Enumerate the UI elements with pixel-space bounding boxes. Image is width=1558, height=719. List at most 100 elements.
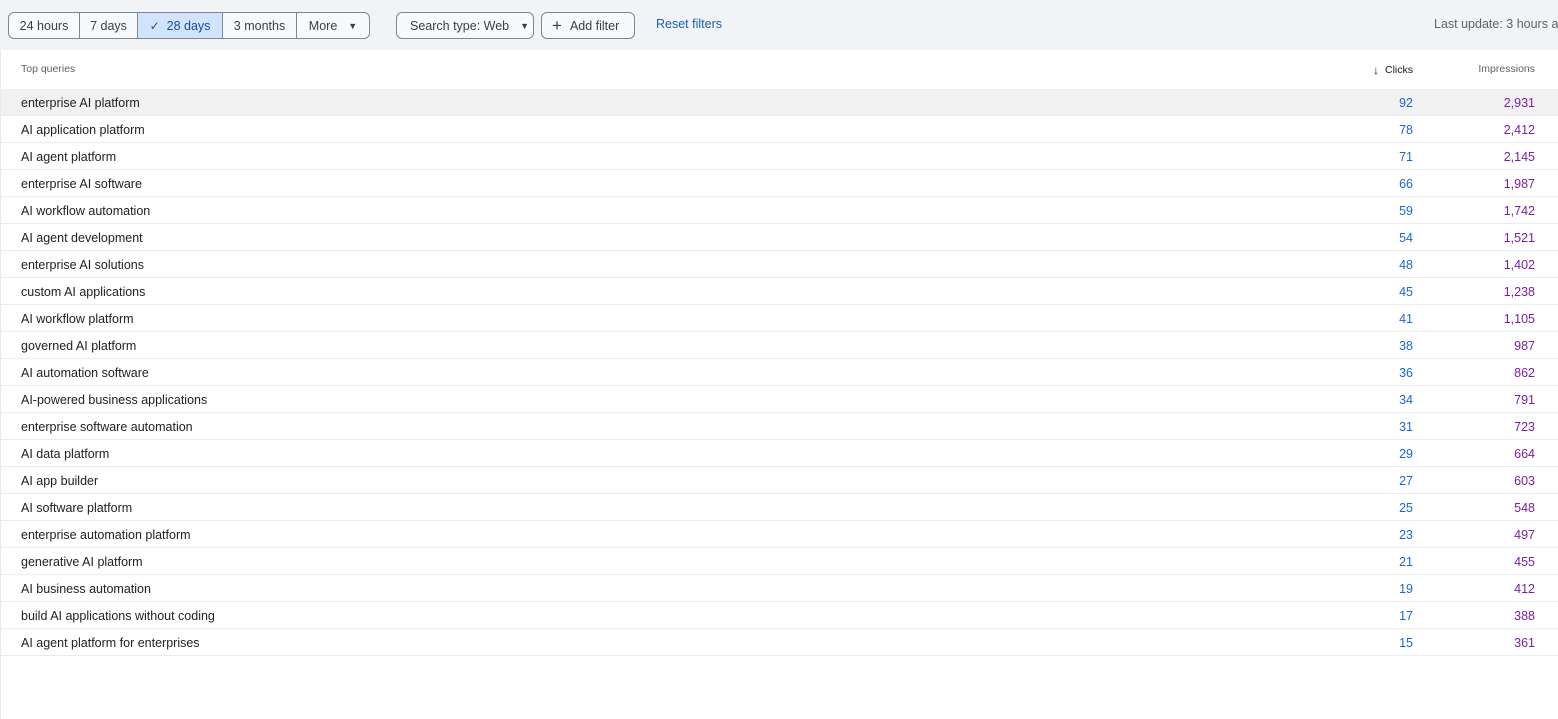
query-cell: AI-powered business applications	[21, 393, 208, 407]
impressions-cell: 2,412	[1503, 123, 1535, 137]
table-row[interactable]: enterprise AI solutions 48 1,402	[1, 251, 1558, 278]
impressions-cell: 361	[1514, 636, 1535, 650]
query-cell: AI application platform	[21, 123, 145, 137]
query-cell: enterprise AI software	[21, 177, 142, 191]
query-cell: AI agent platform	[21, 150, 117, 164]
query-cell: custom AI applications	[21, 285, 146, 299]
query-cell: enterprise automation platform	[21, 528, 191, 542]
column-header-clicks-label: Clicks	[1385, 64, 1413, 76]
clicks-cell: 38	[1399, 339, 1413, 353]
table-row[interactable]: AI application platform 78 2,412	[1, 116, 1558, 143]
column-header-clicks[interactable]: ↓ Clicks	[1373, 63, 1413, 77]
query-cell: AI agent platform for enterprises	[21, 636, 200, 650]
table-row[interactable]: enterprise software automation 31 723	[1, 413, 1558, 440]
date-range-24-hours[interactable]: 24 hours	[9, 13, 80, 38]
column-header-impressions[interactable]: Impressions	[1478, 63, 1535, 75]
impressions-cell: 723	[1514, 420, 1535, 434]
table-row[interactable]: AI automation software 36 862	[1, 359, 1558, 386]
table-row[interactable]: AI agent platform 71 2,145	[1, 143, 1558, 170]
clicks-cell: 15	[1399, 636, 1413, 650]
impressions-cell: 791	[1514, 393, 1535, 407]
search-type-label: Search type: Web	[410, 18, 510, 33]
date-range-label: 7 days	[90, 18, 127, 33]
queries-table: Top queries ↓ Clicks Impressions enterpr…	[0, 50, 1558, 719]
table-row[interactable]: AI workflow platform 41 1,105	[1, 305, 1558, 332]
clicks-cell: 19	[1399, 582, 1413, 596]
query-cell: enterprise software automation	[21, 420, 193, 434]
impressions-cell: 1,521	[1503, 231, 1535, 245]
date-range-label: 3 months	[233, 18, 286, 33]
table-row[interactable]: enterprise AI platform 92 2,931	[1, 89, 1558, 116]
query-cell: enterprise AI solutions	[21, 258, 144, 272]
last-update-text: Last update: 3 hours ag	[1434, 17, 1558, 31]
table-row[interactable]: enterprise AI software 66 1,987	[1, 170, 1558, 197]
table-row[interactable]: AI agent development 54 1,521	[1, 224, 1558, 251]
table-row[interactable]: AI agent platform for enterprises 15 361	[1, 629, 1558, 656]
clicks-cell: 45	[1399, 285, 1413, 299]
date-range-7-days[interactable]: 7 days	[80, 13, 138, 38]
clicks-cell: 66	[1399, 177, 1413, 191]
table-row[interactable]: AI app builder 27 603	[1, 467, 1558, 494]
clicks-cell: 92	[1399, 96, 1413, 110]
table-row[interactable]: build AI applications without coding 17 38…	[1, 602, 1558, 629]
caret-down-icon: ▼	[348, 20, 358, 31]
table-row[interactable]: enterprise automation platform 23 497	[1, 521, 1558, 548]
clicks-cell: 36	[1399, 366, 1413, 380]
query-cell: generative AI platform	[21, 555, 143, 569]
impressions-cell: 497	[1514, 528, 1535, 542]
clicks-cell: 17	[1399, 609, 1413, 623]
query-cell: AI agent development	[21, 231, 143, 245]
table-row[interactable]: custom AI applications 45 1,238	[1, 278, 1558, 305]
impressions-cell: 2,931	[1503, 96, 1535, 110]
impressions-cell: 1,987	[1503, 177, 1535, 191]
query-cell: AI data platform	[21, 447, 110, 461]
impressions-cell: 862	[1514, 366, 1535, 380]
date-range-label: 28 days	[166, 18, 211, 33]
table-row[interactable]: generative AI platform 21 455	[1, 548, 1558, 575]
plus-icon: +	[552, 16, 562, 35]
more-label: More	[308, 18, 338, 33]
clicks-cell: 78	[1399, 123, 1413, 137]
query-cell: AI workflow platform	[21, 312, 134, 326]
table-row[interactable]: AI-powered business applications 34 791	[1, 386, 1558, 413]
more-dropdown[interactable]: More ▼	[297, 13, 369, 38]
add-filter-label: Add filter	[569, 18, 620, 33]
impressions-cell: 1,402	[1503, 258, 1535, 272]
table-header: Top queries ↓ Clicks Impressions	[1, 50, 1558, 89]
column-header-query[interactable]: Top queries	[21, 63, 75, 75]
impressions-cell: 412	[1514, 582, 1535, 596]
clicks-cell: 23	[1399, 528, 1413, 542]
filter-bar: 24 hours 7 days ✓ 28 days 3 months More …	[0, 0, 1558, 50]
clicks-cell: 25	[1399, 501, 1413, 515]
table-row[interactable]: AI data platform 29 664	[1, 440, 1558, 467]
impressions-cell: 2,145	[1503, 150, 1535, 164]
impressions-cell: 455	[1514, 555, 1535, 569]
query-cell: AI workflow automation	[21, 204, 151, 218]
clicks-cell: 59	[1399, 204, 1413, 218]
date-range-label: 24 hours	[19, 18, 69, 33]
date-range-3-months[interactable]: 3 months	[223, 13, 297, 38]
clicks-cell: 41	[1399, 312, 1413, 326]
impressions-cell: 1,742	[1503, 204, 1535, 218]
query-cell: AI automation software	[21, 366, 149, 380]
impressions-cell: 548	[1514, 501, 1535, 515]
table-row[interactable]: AI workflow automation 59 1,742	[1, 197, 1558, 224]
impressions-cell: 388	[1514, 609, 1535, 623]
impressions-cell: 603	[1514, 474, 1535, 488]
clicks-cell: 34	[1399, 393, 1413, 407]
reset-filters-link[interactable]: Reset filters	[656, 17, 722, 31]
check-icon: ✓	[149, 18, 160, 33]
clicks-cell: 27	[1399, 474, 1413, 488]
arrow-down-icon: ↓	[1373, 63, 1379, 77]
query-cell: governed AI platform	[21, 339, 137, 353]
impressions-cell: 664	[1514, 447, 1535, 461]
date-range-28-days[interactable]: ✓ 28 days	[138, 13, 223, 38]
table-row[interactable]: governed AI platform 38 987	[1, 332, 1558, 359]
query-cell: AI app builder	[21, 474, 99, 488]
search-type-dropdown[interactable]: Search type: Web ▼	[396, 12, 534, 39]
add-filter-button[interactable]: + Add filter	[541, 12, 635, 39]
table-row[interactable]: AI software platform 25 548	[1, 494, 1558, 521]
table-row[interactable]: AI business automation 19 412	[1, 575, 1558, 602]
query-cell: AI software platform	[21, 501, 133, 515]
clicks-cell: 29	[1399, 447, 1413, 461]
